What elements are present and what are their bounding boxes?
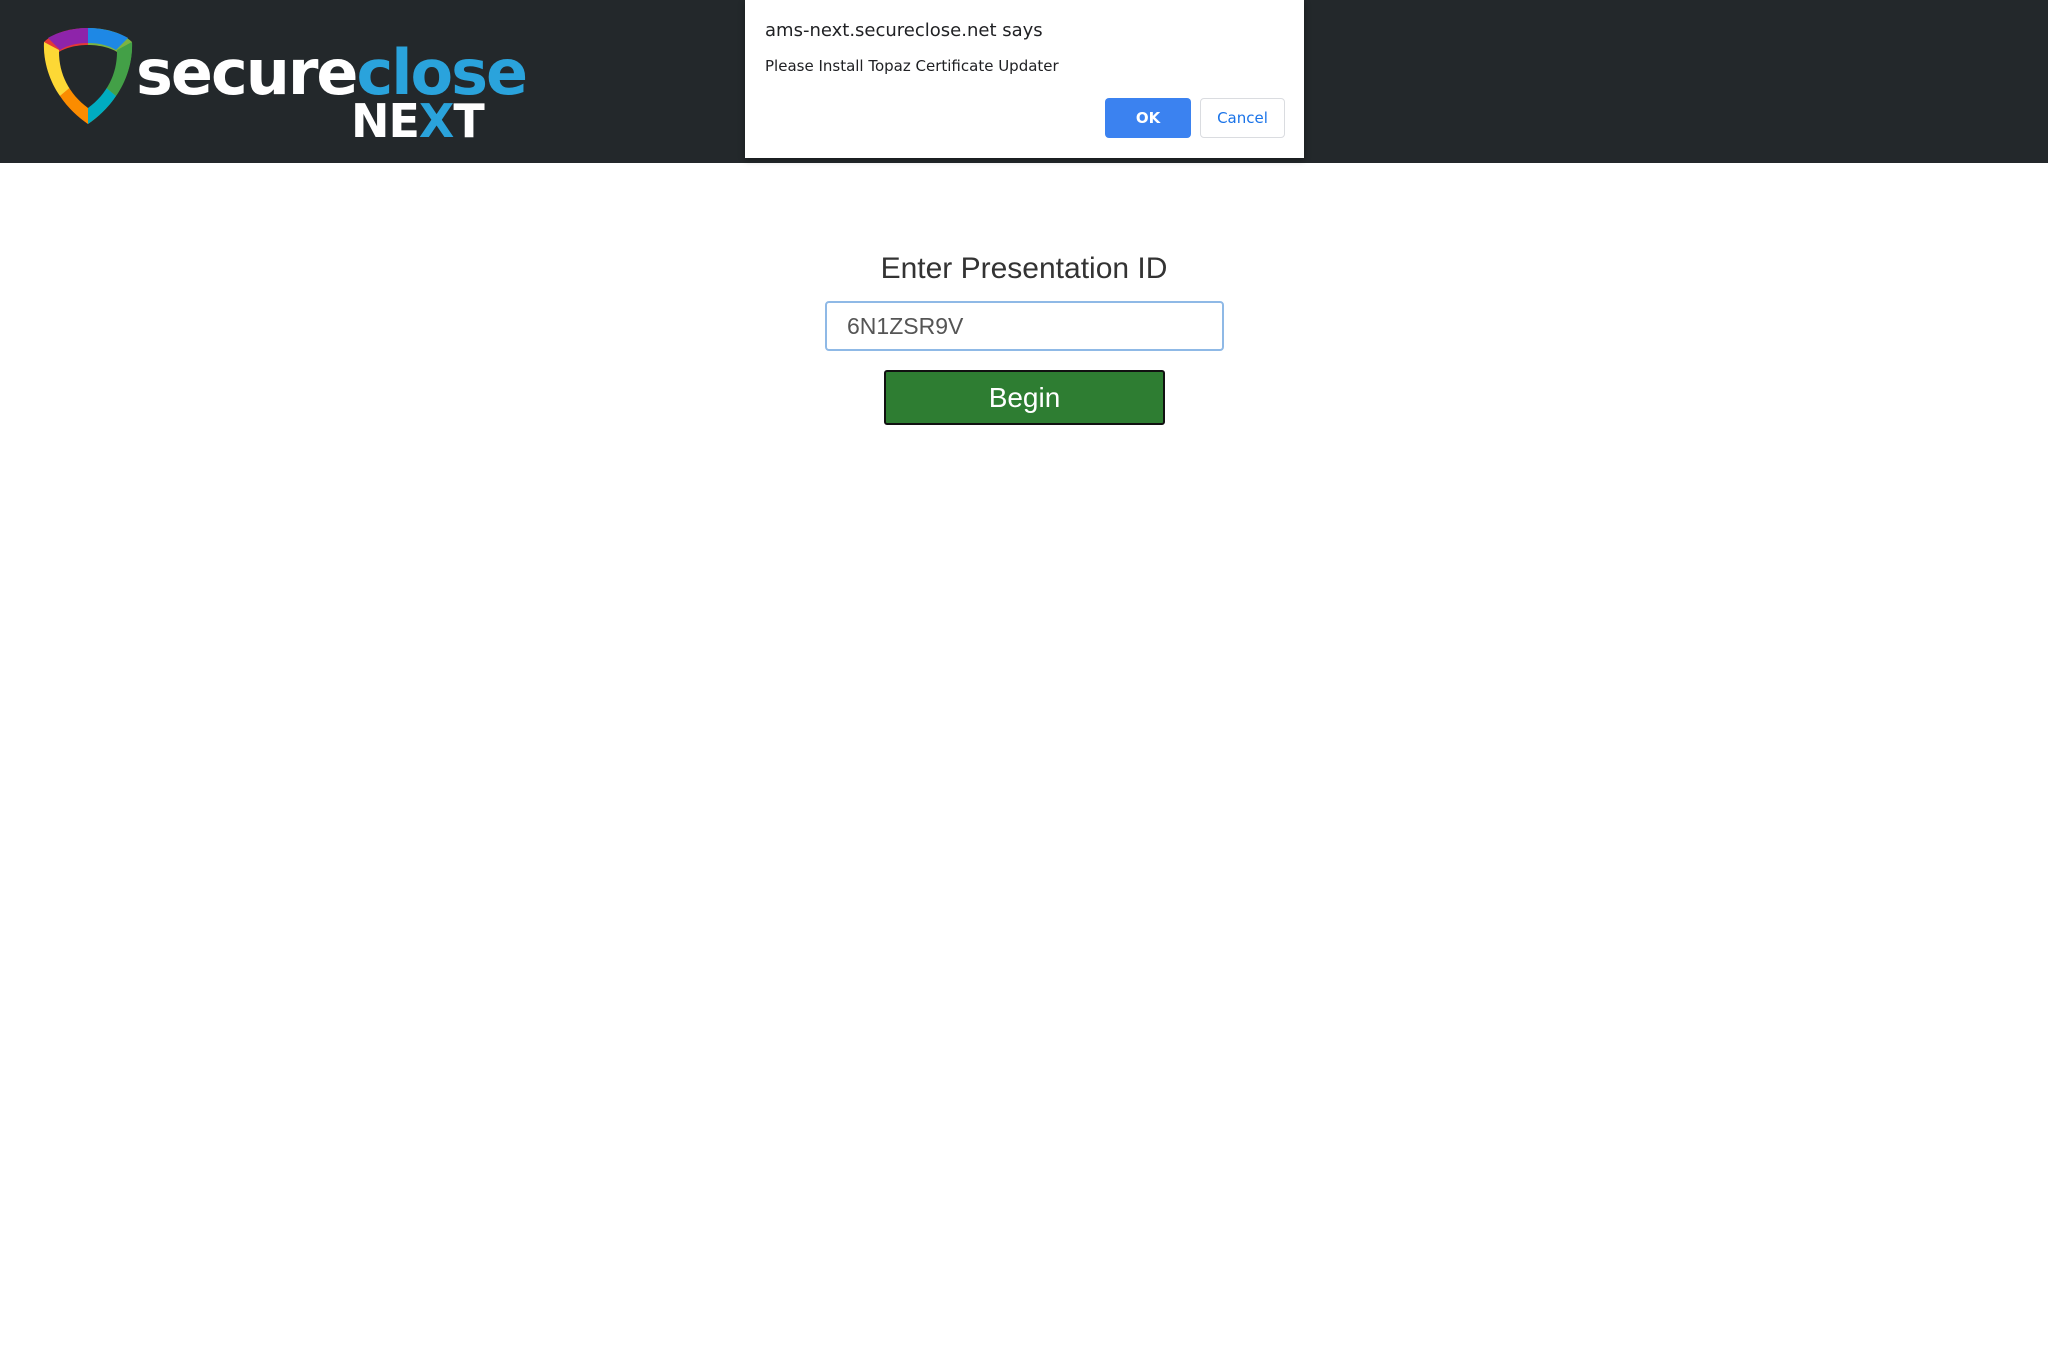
page-heading: Enter Presentation ID — [880, 252, 1168, 285]
ok-button[interactable]: OK — [1105, 98, 1191, 138]
secureclose-next-logo: secureclose NEXT — [38, 24, 528, 144]
logo-next-text: NEXT — [351, 94, 485, 148]
shield-logo-icon — [43, 28, 133, 124]
dialog-message: Please Install Topaz Certificate Updater — [765, 57, 1059, 75]
alert-dialog: ams-next.secureclose.net says Please Ins… — [745, 0, 1304, 158]
dialog-title: ams-next.secureclose.net says — [765, 20, 1043, 41]
begin-button[interactable]: Begin — [884, 370, 1165, 425]
cancel-button[interactable]: Cancel — [1200, 98, 1285, 138]
presentation-id-input[interactable] — [825, 301, 1224, 351]
